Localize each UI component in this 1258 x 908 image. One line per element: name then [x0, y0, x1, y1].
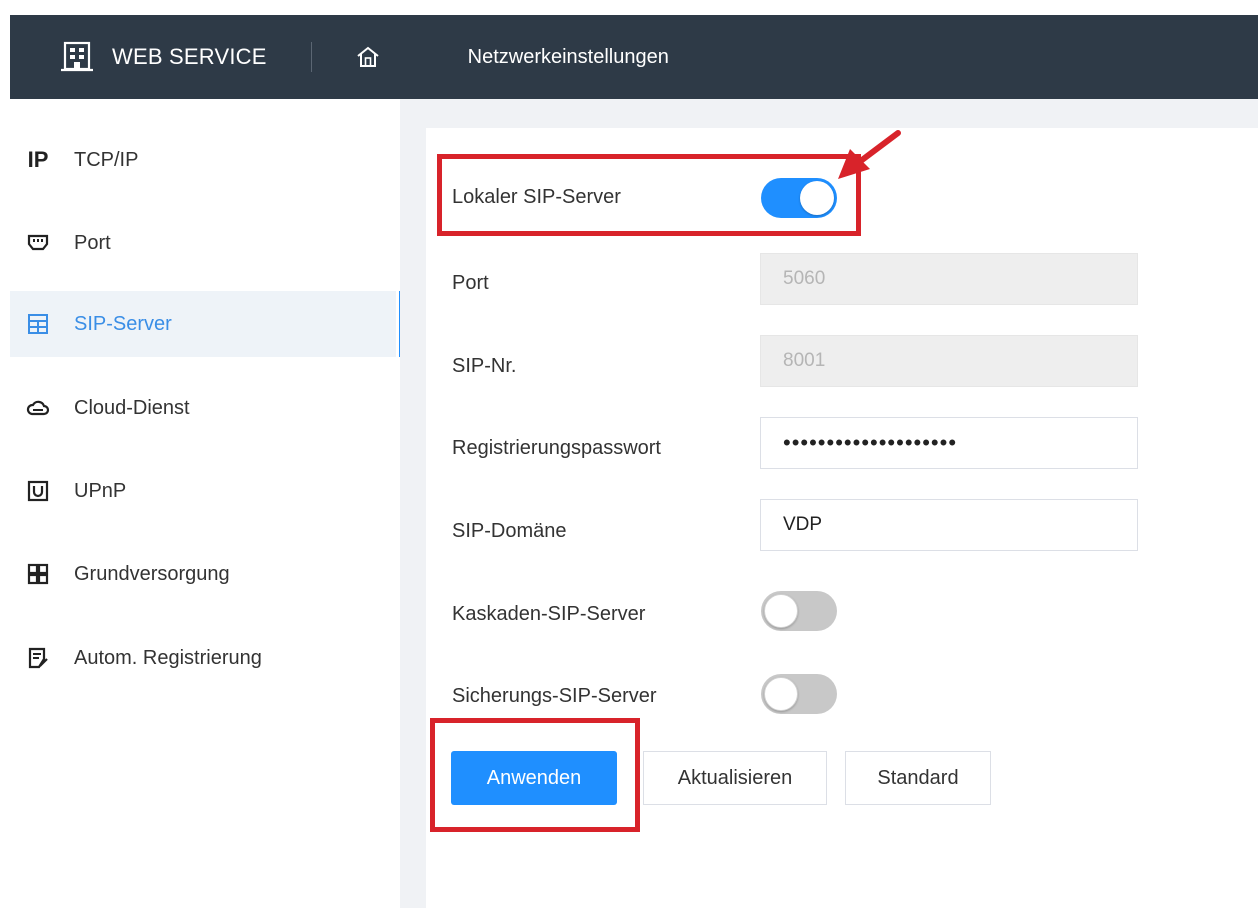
toggle-knob [764, 677, 798, 711]
building-icon [61, 41, 93, 72]
cloud-icon [26, 400, 50, 416]
sidebar-item-grundversorgung[interactable]: Grundversorgung [10, 541, 396, 607]
cascade-sip-server-toggle[interactable] [761, 591, 837, 631]
sidebar-item-tcpip[interactable]: IP TCP/IP [10, 127, 396, 193]
ip-icon: IP [27, 147, 49, 172]
sidebar-item-label: Cloud-Dienst [74, 396, 190, 419]
sip-nr-input[interactable]: 8001 [760, 335, 1138, 387]
sidebar-item-sip-server[interactable]: SIP-Server [10, 291, 402, 357]
header-divider [310, 42, 312, 72]
port-icon [27, 234, 49, 251]
toggle-knob [764, 594, 798, 628]
sidebar-item-label: TCP/IP [74, 148, 139, 171]
home-icon[interactable] [356, 45, 380, 69]
password-input[interactable]: •••••••••••••••••••• [760, 417, 1138, 469]
top-bar: WEB SERVICE Netzwerkeinstellungen [10, 15, 1258, 99]
sidebar-item-upnp[interactable]: UPnP [10, 458, 396, 524]
grid-icon [27, 563, 49, 585]
app-name: WEB SERVICE [112, 44, 267, 69]
upnp-icon [27, 480, 49, 502]
sip-nr-label: SIP-Nr. [452, 355, 517, 377]
sidebar-item-label: SIP-Server [74, 312, 172, 335]
highlight-apply-button [430, 718, 640, 832]
brand: WEB SERVICE [60, 40, 267, 74]
refresh-button[interactable]: Aktualisieren [643, 751, 827, 805]
port-label: Port [452, 272, 489, 294]
highlight-local-sip-server [437, 154, 861, 236]
default-button[interactable]: Standard [845, 751, 991, 805]
sidebar-item-label: UPnP [74, 479, 127, 502]
sidebar-item-port[interactable]: Port [10, 210, 396, 276]
sidebar-item-label: Port [74, 231, 111, 254]
register-icon [28, 647, 48, 669]
cascade-sip-server-label: Kaskaden-SIP-Server [452, 603, 646, 625]
sip-domain-input[interactable]: VDP [760, 499, 1138, 551]
sip-domain-label: SIP-Domäne [452, 520, 567, 542]
sidebar-item-auto-registration[interactable]: Autom. Registrierung [10, 625, 396, 691]
page-title: Netzwerkeinstellungen [467, 45, 669, 68]
backup-sip-server-toggle[interactable] [761, 674, 837, 714]
password-label: Registrierungspasswort [452, 437, 661, 459]
backup-sip-server-label: Sicherungs-SIP-Server [452, 685, 657, 707]
red-arrow-icon [838, 130, 901, 179]
sidebar-item-label: Autom. Registrierung [74, 646, 262, 669]
port-input[interactable]: 5060 [760, 253, 1138, 305]
sip-server-icon [28, 314, 48, 334]
sidebar: IP TCP/IP Port SIP-Server Cloud-Dienst U… [10, 99, 402, 908]
sidebar-item-cloud[interactable]: Cloud-Dienst [10, 375, 396, 441]
sidebar-item-label: Grundversorgung [74, 562, 230, 585]
